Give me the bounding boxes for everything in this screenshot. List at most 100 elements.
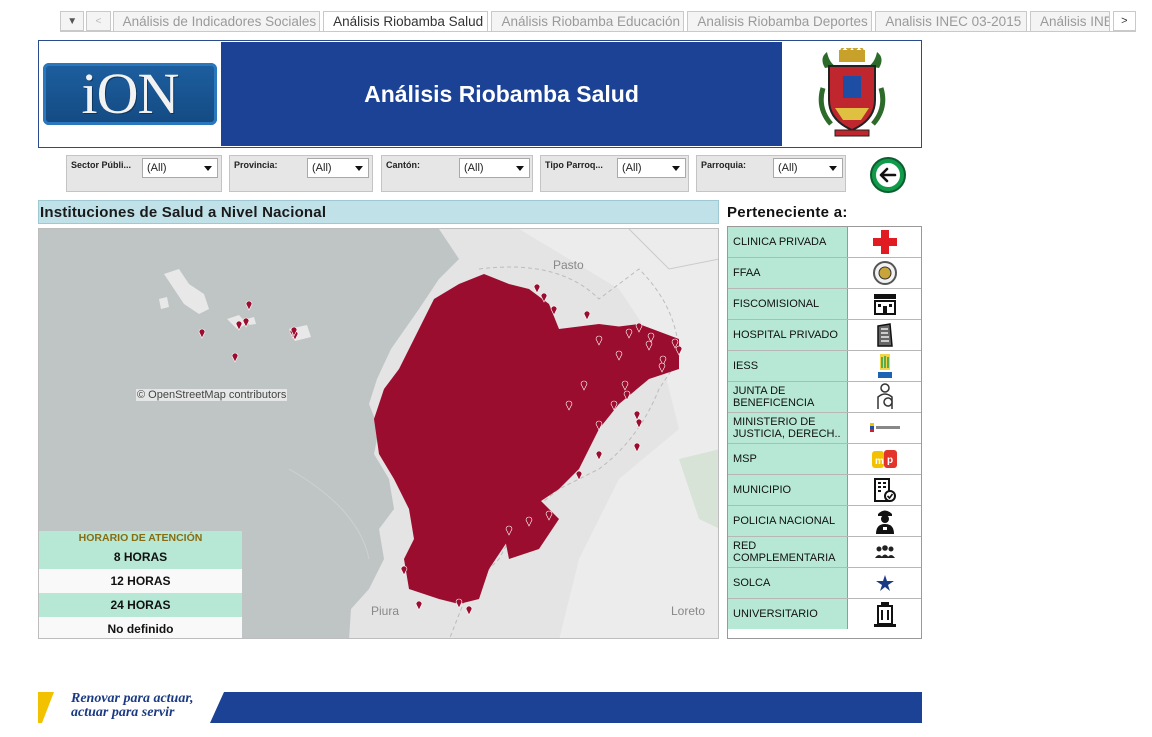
tab-scroll-right[interactable]: >: [1112, 11, 1137, 31]
red-cross-icon: [848, 227, 921, 257]
filter-label: Provincia:: [234, 160, 278, 170]
map-title: Instituciones de Salud a Nivel Nacional: [38, 200, 719, 224]
caret-down-icon: ▼: [67, 15, 78, 27]
solca-emblem-icon: [848, 568, 921, 598]
schedule-legend: HORARIO DE ATENCIÓN 8 HORAS 12 HORAS 24 …: [39, 531, 242, 638]
institution-row-municipio[interactable]: MUNICIPIO: [728, 475, 921, 506]
riobamba-crest-icon: [782, 41, 921, 147]
institution-row-universitario[interactable]: UNIVERSITARIO: [728, 599, 921, 630]
legend-title: HORARIO DE ATENCIÓN: [39, 531, 242, 545]
filter-label: Cantón:: [386, 160, 420, 170]
tab-scroll-left[interactable]: <: [86, 11, 111, 31]
legend-item-undefined[interactable]: No definido: [39, 617, 242, 638]
filter-parroquia: Parroquia: (All): [696, 155, 846, 192]
institution-row-iess[interactable]: IESS: [728, 351, 921, 382]
institution-row-clinica-privada[interactable]: CLINICA PRIVADA: [728, 227, 921, 258]
sector-publico-select[interactable]: (All): [142, 158, 218, 178]
slogan-line-1: Renovar para actuar,: [71, 691, 194, 706]
institution-label: MSP: [728, 444, 848, 474]
institution-row-red-complementaria[interactable]: RED COMPLEMENTARIA: [728, 537, 921, 568]
university-building-icon: [848, 599, 921, 629]
tab-riobamba-educacion[interactable]: Análisis Riobamba Educación: [491, 11, 685, 32]
building-check-icon: [848, 475, 921, 505]
institution-label: MUNICIPIO: [728, 475, 848, 505]
institution-label: FFAA: [728, 258, 848, 288]
institution-label: MINISTERIO DE JUSTICIA, DERECH..: [728, 413, 848, 443]
dashboard: ▼ < Análisis de Indicadores Sociales Aná…: [0, 0, 1152, 737]
school-building-icon: [848, 289, 921, 319]
parroquia-select[interactable]: (All): [773, 158, 843, 178]
institution-row-fiscomisional[interactable]: FISCOMISIONAL: [728, 289, 921, 320]
filter-tipo-parroquia: Tipo Parroq... (All): [540, 155, 689, 192]
tipo-parroquia-select[interactable]: (All): [617, 158, 686, 178]
dashboard-header: iON Análisis Riobamba Salud: [38, 40, 922, 148]
ion-logo-text: iON: [81, 61, 180, 126]
people-group-icon: [848, 537, 921, 567]
institution-label: CLINICA PRIVADA: [728, 227, 848, 257]
tab-divider: [60, 31, 1136, 32]
filter-label: Tipo Parroq...: [545, 160, 603, 170]
chevron-right-icon: >: [1121, 15, 1128, 27]
tab-riobamba-deportes[interactable]: Analisis Riobamba Deportes: [687, 11, 873, 32]
map-label-loreto: Loreto: [671, 604, 706, 618]
institution-label: POLICIA NACIONAL: [728, 506, 848, 536]
tab-indicadores-sociales[interactable]: Análisis de Indicadores Sociales: [112, 11, 321, 32]
institutions-legend: CLINICA PRIVADA FFAA FISCOMISIONAL HOSPI…: [727, 226, 922, 639]
institution-row-solca[interactable]: SOLCA: [728, 568, 921, 599]
sheet-tab-strip: ▼ < Análisis de Indicadores Sociales Aná…: [60, 11, 1137, 32]
arrow-left-icon: [870, 157, 906, 193]
dropdown-arrow-icon: [672, 166, 680, 171]
slogan: Renovar para actuar, actuar para servir: [71, 692, 194, 720]
slogan-line-2: actuar para servir: [71, 705, 175, 720]
institution-row-policia-nacional[interactable]: POLICIA NACIONAL: [728, 506, 921, 537]
back-button[interactable]: [869, 157, 907, 193]
filter-label: Sector Públi...: [71, 160, 132, 170]
canton-select[interactable]: (All): [459, 158, 530, 178]
dropdown-arrow-icon: [355, 166, 363, 171]
map-label-pasto: Pasto: [553, 258, 584, 272]
filter-label: Parroquia:: [701, 160, 747, 170]
institution-label: UNIVERSITARIO: [728, 599, 848, 629]
legend-item-24h[interactable]: 24 HORAS: [39, 593, 242, 617]
institution-label: JUNTA DE BENEFICENCIA: [728, 382, 848, 412]
iess-logo-icon: [848, 351, 921, 381]
institution-row-ffaa[interactable]: FFAA: [728, 258, 921, 289]
institutions-title: Perteneciente a:: [727, 204, 848, 221]
filter-sector-publico: Sector Públi... (All): [66, 155, 222, 192]
institution-label: SOLCA: [728, 568, 848, 598]
filter-canton: Cantón: (All): [381, 155, 533, 192]
map-label-piura: Piura: [371, 604, 400, 618]
institution-row-hospital-privado[interactable]: HOSPITAL PRIVADO: [728, 320, 921, 351]
filter-provincia: Provincia: (All): [229, 155, 373, 192]
tab-list-dropdown[interactable]: ▼: [60, 11, 85, 31]
institution-label: IESS: [728, 351, 848, 381]
provincia-select[interactable]: (All): [307, 158, 369, 178]
institution-label: RED COMPLEMENTARIA: [728, 537, 848, 567]
svg-text:p: p: [887, 455, 893, 466]
tab-riobamba-salud[interactable]: Análisis Riobamba Salud: [323, 11, 489, 32]
ministry-flag-icon: [848, 413, 921, 443]
institution-row-ministerio-justicia[interactable]: MINISTERIO DE JUSTICIA, DERECH..: [728, 413, 921, 444]
ffaa-seal-icon: [848, 258, 921, 288]
institution-row-junta-beneficencia[interactable]: JUNTA DE BENEFICENCIA: [728, 382, 921, 413]
footer-banner: Renovar para actuar, actuar para servir: [38, 692, 922, 723]
tab-inec-03-2015[interactable]: Analisis INEC 03-2015: [875, 11, 1027, 32]
dropdown-arrow-icon: [516, 166, 524, 171]
chevron-left-icon: <: [95, 15, 102, 27]
svg-text:m: m: [875, 456, 884, 467]
office-building-icon: [848, 320, 921, 350]
institution-row-msp[interactable]: MSP mp: [728, 444, 921, 475]
map-attribution: © OpenStreetMap contributors: [136, 389, 288, 401]
institution-label: FISCOMISIONAL: [728, 289, 848, 319]
page-title: Análisis Riobamba Salud: [364, 80, 639, 107]
police-officer-icon: [848, 506, 921, 536]
tab-inec-truncated[interactable]: Análisis INE: [1029, 11, 1110, 32]
ion-logo: iON: [39, 41, 221, 147]
title-band: Análisis Riobamba Salud: [221, 42, 782, 146]
health-institutions-map[interactable]: © OpenStreetMap contributors Pasto Piura…: [38, 228, 719, 639]
msp-logo-icon: mp: [848, 444, 921, 474]
legend-item-12h[interactable]: 12 HORAS: [39, 569, 242, 593]
institution-label: HOSPITAL PRIVADO: [728, 320, 848, 350]
legend-item-8h[interactable]: 8 HORAS: [39, 545, 242, 569]
dropdown-arrow-icon: [204, 166, 212, 171]
